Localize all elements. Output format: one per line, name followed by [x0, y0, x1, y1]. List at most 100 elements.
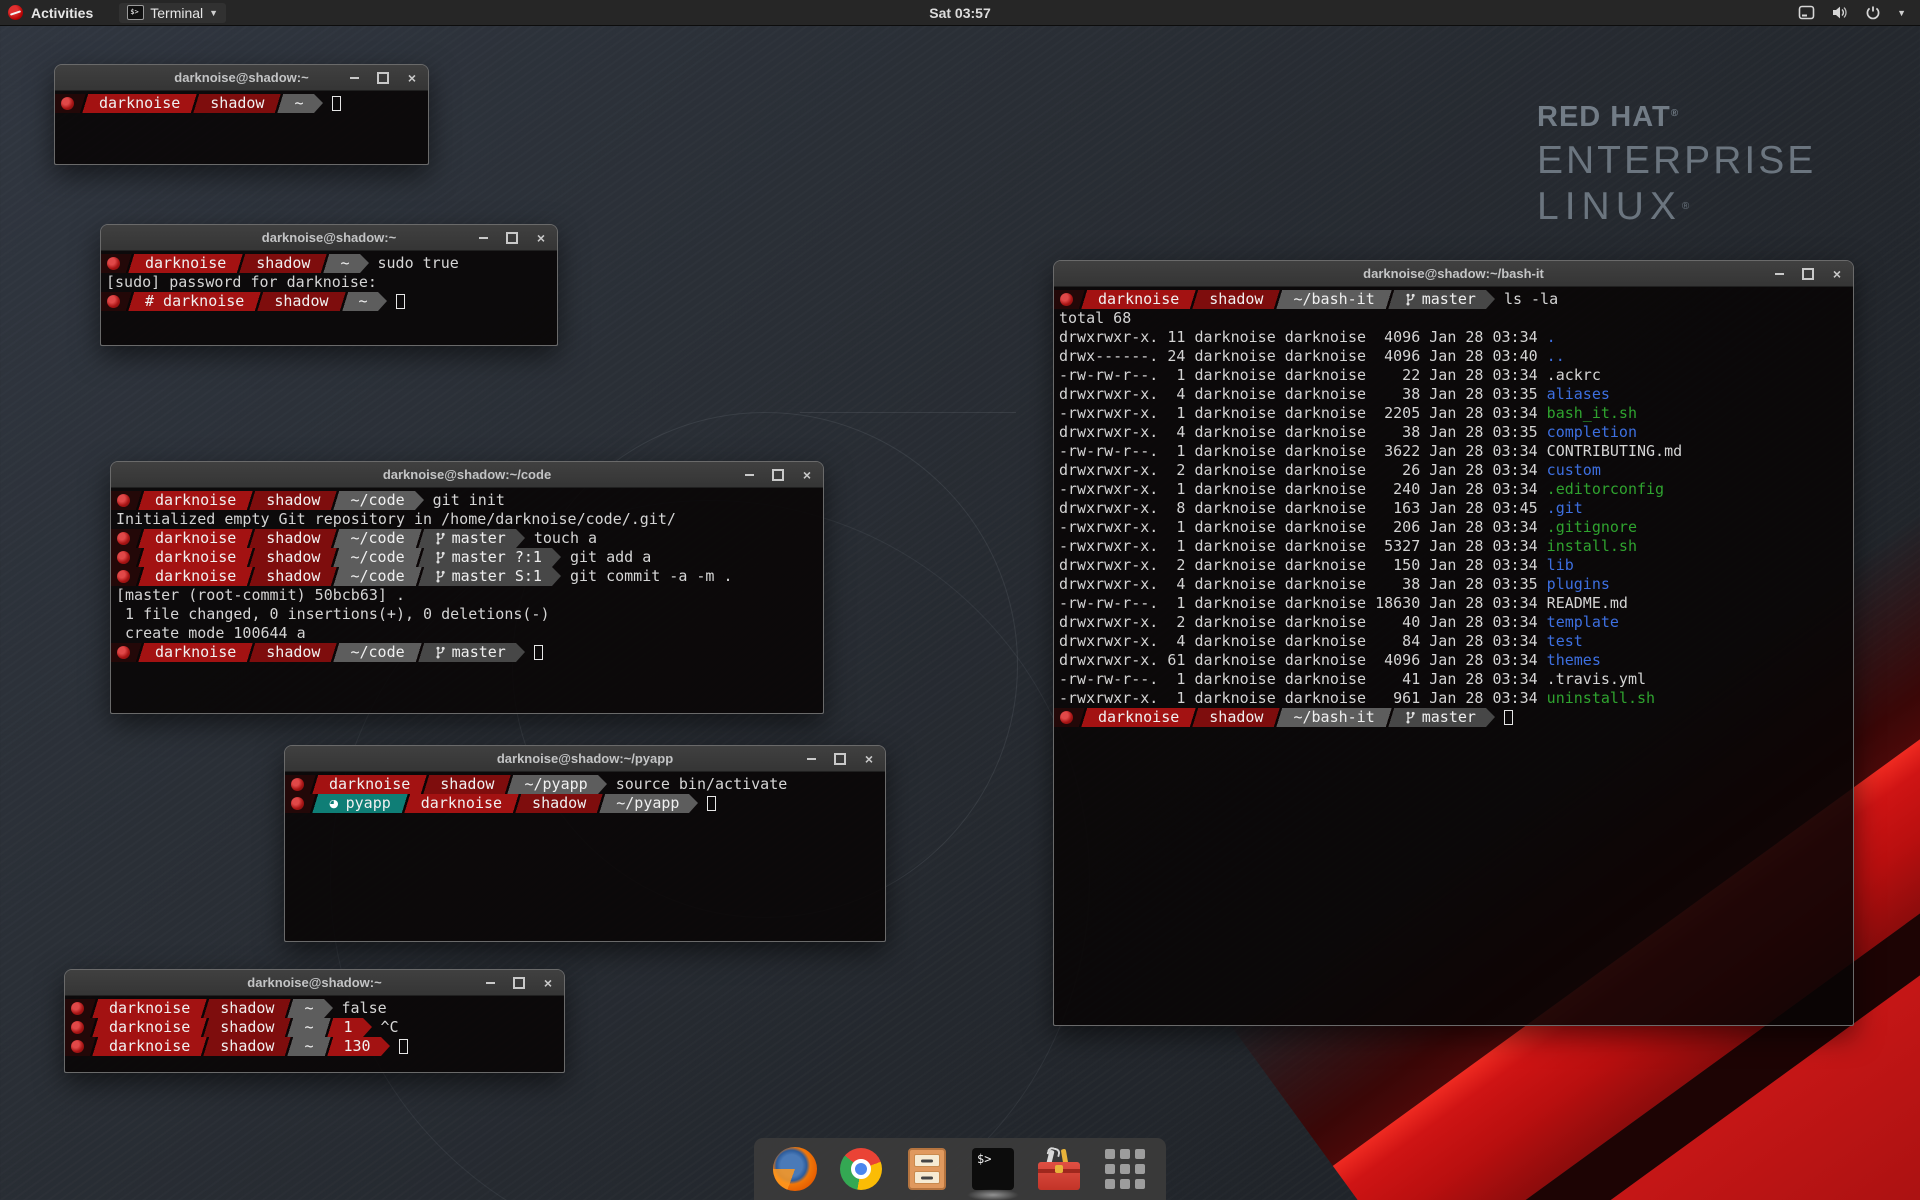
ls-details-text: drwx------. 24 darknoise darknoise 4096 …	[1054, 347, 1547, 366]
ls-filename: aliases	[1547, 385, 1610, 404]
powerline-separator	[415, 567, 425, 586]
prompt-segment-text: ~	[294, 94, 303, 113]
powerline-separator	[339, 292, 349, 311]
powerline-separator	[284, 1037, 294, 1056]
power-icon[interactable]	[1865, 5, 1881, 21]
prompt-icon-area	[101, 292, 125, 311]
terminal-window: darknoise@shadow:~/pyapp×darknoiseshadow…	[284, 745, 886, 942]
grid-dot	[1135, 1179, 1145, 1189]
terminal-content[interactable]: darknoiseshadow~	[55, 91, 428, 164]
window-buttons: ×	[348, 65, 418, 91]
terminal-prompt-line: darknoiseshadow~/codemastertouch a	[111, 529, 823, 548]
ls-filename: .git	[1547, 499, 1583, 518]
close-button[interactable]: ×	[1831, 268, 1843, 280]
output-text: Initialized empty Git repository in /hom…	[111, 510, 676, 529]
minimize-button[interactable]	[805, 753, 817, 765]
window-titlebar[interactable]: darknoise@shadow:~/code×	[111, 462, 823, 488]
ls-details-text: -rw-rw-r--. 1 darknoise darknoise 22 Jan…	[1054, 366, 1547, 385]
close-button[interactable]: ×	[406, 72, 418, 84]
prompt-segment-path: ~	[294, 1018, 323, 1037]
window-titlebar[interactable]: darknoise@shadow:~/pyapp×	[285, 746, 885, 772]
terminal-ls-line: -rw-rw-r--. 1 darknoise darknoise 18630 …	[1054, 594, 1853, 613]
maximize-button[interactable]	[506, 232, 518, 244]
dock-item-toolbox[interactable]	[1036, 1146, 1082, 1192]
minimize-button[interactable]	[743, 469, 755, 481]
maximize-button[interactable]	[377, 72, 389, 84]
minimize-button[interactable]	[477, 232, 489, 244]
window-title: darknoise@shadow:~/bash-it	[1363, 266, 1544, 281]
dock-item-terminal[interactable]: $>	[970, 1146, 1016, 1192]
terminal-prompt-line: darknoiseshadow~/codemaster	[111, 643, 823, 662]
dock: $>	[754, 1138, 1166, 1200]
command-text: sudo true	[378, 254, 459, 273]
grid-dot	[1105, 1149, 1115, 1159]
maximize-button[interactable]	[1802, 268, 1814, 280]
ls-details-text: -rwxrwxr-x. 1 darknoise darknoise 206 Ja…	[1054, 518, 1547, 537]
prompt-segment-user: darknoise	[99, 1037, 200, 1056]
terminal-window: darknoise@shadow:~/bash-it × darknoiseshad…	[1053, 260, 1854, 1026]
ls-details-text: -rwxrwxr-x. 1 darknoise darknoise 961 Ja…	[1054, 689, 1547, 708]
close-button[interactable]: ×	[535, 232, 547, 244]
chrome-icon	[840, 1148, 882, 1190]
ls-filename: template	[1547, 613, 1619, 632]
prompt-segment-user: darknoise	[145, 529, 246, 548]
window-titlebar[interactable]: darknoise@shadow:~×	[55, 65, 428, 91]
command-text: git init	[433, 491, 505, 510]
chevron-down-icon: ▼	[209, 8, 218, 18]
volume-icon[interactable]	[1831, 5, 1849, 20]
maximize-button[interactable]	[772, 469, 784, 481]
window-titlebar[interactable]: darknoise@shadow:~ ×	[65, 970, 564, 996]
ls-details-text: drwxrwxr-x. 8 darknoise darknoise 163 Ja…	[1054, 499, 1547, 518]
minimize-button[interactable]	[348, 72, 360, 84]
terminal-cursor	[534, 645, 543, 660]
close-button[interactable]: ×	[863, 753, 875, 765]
window-buttons: ×	[743, 462, 813, 488]
minimize-button[interactable]	[484, 977, 496, 989]
window-buttons: ×	[1773, 261, 1843, 287]
prompt-icon-area	[285, 775, 309, 794]
dock-item-files[interactable]	[904, 1146, 950, 1192]
powerline-arrow-icon	[552, 548, 561, 567]
output-text: [master (root-commit) 50bcb63] .	[111, 586, 405, 605]
terminal-content[interactable]: darknoiseshadow~sudo true[sudo] password…	[101, 251, 557, 345]
dock-item-chrome[interactable]	[838, 1146, 884, 1192]
terminal-ls-line: drwxrwxr-x. 61 darknoise darknoise 4096 …	[1054, 651, 1853, 670]
prompt-segment-text: ~/code	[350, 643, 404, 662]
minimize-button[interactable]	[1773, 268, 1785, 280]
activities-button[interactable]: Activities	[31, 5, 93, 21]
app-menu-terminal[interactable]: $> Terminal ▼	[119, 3, 226, 23]
terminal-cursor	[399, 1039, 408, 1054]
maximize-button[interactable]	[513, 977, 525, 989]
ls-filename: test	[1547, 632, 1583, 651]
prompt-segment-user: darknoise	[1088, 708, 1189, 727]
dock-item-firefox[interactable]	[772, 1146, 818, 1192]
terminal-ls-line: -rwxrwxr-x. 1 darknoise darknoise 2205 J…	[1054, 404, 1853, 423]
window-titlebar[interactable]: darknoise@shadow:~×	[101, 225, 557, 251]
powerline-separator	[246, 567, 256, 586]
terminal-content[interactable]: darknoiseshadow~/codegit initInitialized…	[111, 488, 823, 713]
prompt-segment-user: darknoise	[145, 567, 246, 586]
window-titlebar[interactable]: darknoise@shadow:~/bash-it ×	[1054, 261, 1853, 287]
terminal-content[interactable]: darknoiseshadow~falsedarknoiseshadow~1^C…	[65, 996, 564, 1072]
prompt-segment-git: master S:1	[425, 567, 552, 586]
terminal-content[interactable]: darknoiseshadow~/pyappsource bin/activat…	[285, 772, 885, 941]
maximize-button[interactable]	[834, 753, 846, 765]
caret-down-icon[interactable]: ▼	[1897, 8, 1906, 18]
powerline-separator	[254, 292, 264, 311]
screen-icon[interactable]	[1798, 5, 1815, 20]
prompt-segment-text: ~	[304, 1018, 313, 1037]
powerline-separator	[309, 794, 319, 813]
prompt-icon-area	[65, 999, 89, 1018]
window-title: darknoise@shadow:~	[247, 975, 381, 990]
drawer	[914, 1154, 940, 1167]
redhat-prompt-icon	[107, 257, 120, 270]
close-button[interactable]: ×	[801, 469, 813, 481]
prompt-segment-exit: 130	[334, 1037, 381, 1056]
ls-filename: bash_it.sh	[1547, 404, 1637, 423]
powerline-separator	[512, 794, 522, 813]
dock-item-app-grid[interactable]	[1102, 1146, 1148, 1192]
close-button[interactable]: ×	[542, 977, 554, 989]
ls-details-text: drwxrwxr-x. 2 darknoise darknoise 26 Jan…	[1054, 461, 1547, 480]
clock[interactable]: Sat 03:57	[929, 5, 990, 21]
terminal-content[interactable]: darknoiseshadow~/bash-itmasterls -latota…	[1054, 287, 1853, 1025]
